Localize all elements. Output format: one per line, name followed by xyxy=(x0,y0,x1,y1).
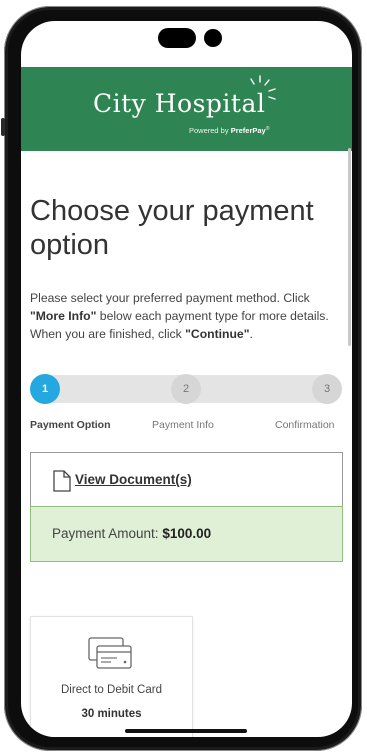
registered-mark: ® xyxy=(265,126,270,132)
powered-prefix: Powered by xyxy=(189,126,231,135)
desc-continue: "Continue" xyxy=(185,327,250,341)
sensor-pill xyxy=(158,28,196,48)
progress-stepper: 1 2 3 xyxy=(30,372,342,404)
payment-option-time: 30 minutes xyxy=(81,708,142,720)
app-header: City Hospital Powered by PreferPay® xyxy=(21,67,352,151)
camera-notch xyxy=(158,28,224,50)
payment-amount-value: $100.00 xyxy=(162,526,212,541)
step-2-indicator: 2 xyxy=(171,374,201,404)
desc-part-3: . xyxy=(249,327,253,341)
debit-card-icon xyxy=(88,637,132,669)
scrollbar-thumb[interactable] xyxy=(348,148,351,346)
side-button xyxy=(1,118,5,136)
payment-option-label: Direct to Debit Card xyxy=(61,684,162,696)
payment-option-debit-card[interactable]: Direct to Debit Card 30 minutes xyxy=(30,616,193,737)
step-2-label: Payment Info xyxy=(152,419,214,431)
powered-by-text: Powered by PreferPay® xyxy=(189,126,269,135)
desc-part-1: Please select your preferred payment met… xyxy=(30,291,310,305)
phone-screen: City Hospital Powered by PreferPay® Choo… xyxy=(21,21,352,737)
step-3-indicator: 3 xyxy=(312,374,342,404)
step-1-indicator: 1 xyxy=(30,374,60,404)
document-icon xyxy=(53,470,71,492)
camera-icon xyxy=(204,29,222,47)
home-indicator[interactable] xyxy=(125,729,247,733)
payment-amount-label: Payment Amount: xyxy=(52,526,163,541)
payment-amount-text: Payment Amount: $100.00 xyxy=(52,526,211,541)
step-3-label: Confirmation xyxy=(275,419,335,431)
page-title: Choose your payment option xyxy=(30,195,314,261)
page-instructions: Please select your preferred payment met… xyxy=(30,289,342,343)
desc-more-info: "More Info" xyxy=(30,309,97,323)
view-documents-panel: View Document(s) xyxy=(30,452,343,508)
step-1-label: Payment Option xyxy=(30,419,111,431)
payment-amount-banner: Payment Amount: $100.00 xyxy=(30,506,343,562)
sunburst-logo-icon xyxy=(250,75,276,100)
powered-brand: PreferPay xyxy=(230,126,266,135)
view-documents-link[interactable]: View Document(s) xyxy=(75,472,192,487)
